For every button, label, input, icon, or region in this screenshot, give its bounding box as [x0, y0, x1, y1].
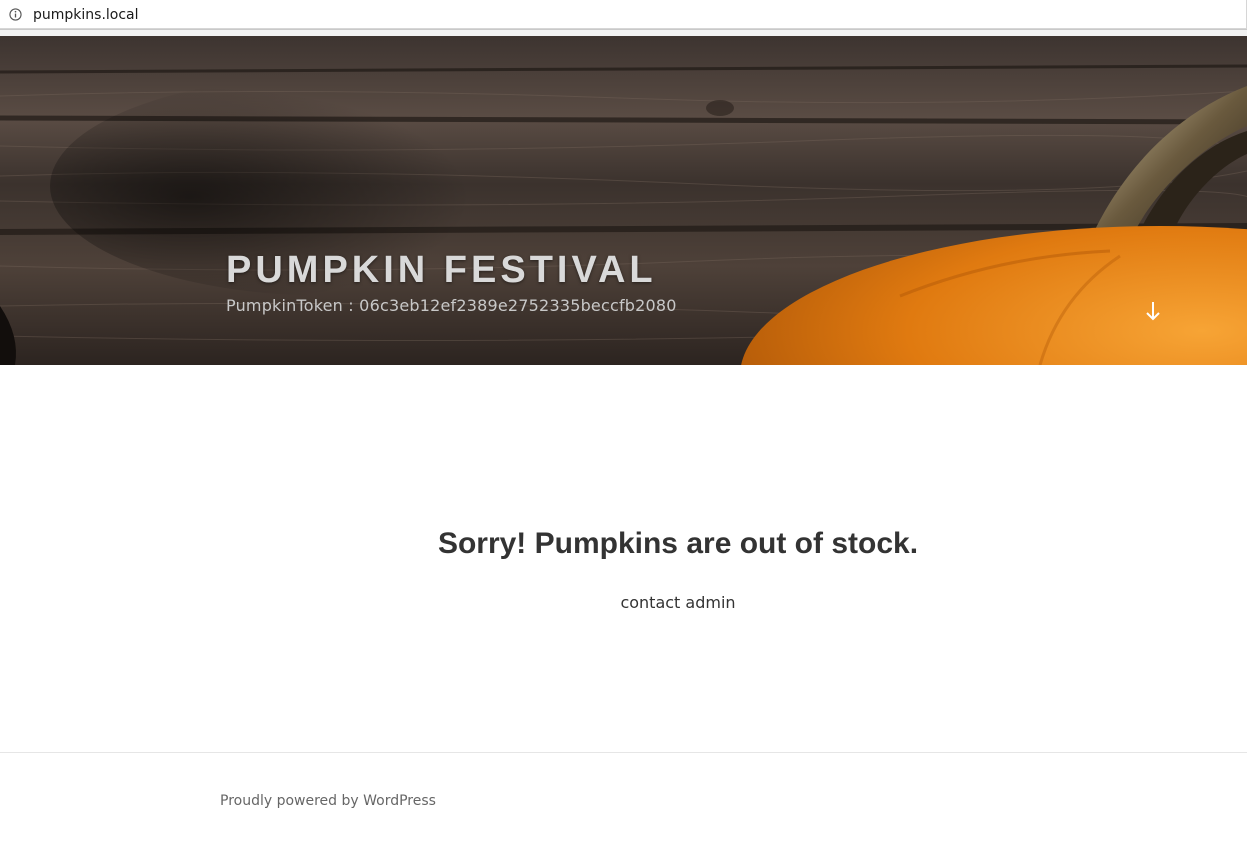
- powered-by-link[interactable]: Proudly powered by WordPress: [220, 793, 436, 809]
- site-header: PUMPKIN FESTIVAL PumpkinToken : 06c3eb12…: [0, 36, 1247, 365]
- footer-divider: [0, 752, 1247, 753]
- site-title[interactable]: PUMPKIN FESTIVAL: [226, 249, 657, 292]
- contact-admin-text: contact admin: [620, 593, 736, 612]
- page-headline: Sorry! Pumpkins are out of stock.: [437, 527, 919, 560]
- browser-address-bar[interactable]: pumpkins.local: [0, 0, 1247, 30]
- arrow-down-icon[interactable]: [1140, 298, 1166, 324]
- info-icon[interactable]: [9, 8, 22, 21]
- address-bar-frame: [0, 0, 1247, 29]
- url-text[interactable]: pumpkins.local: [33, 7, 139, 23]
- site-description: PumpkinToken : 06c3eb12ef2389e2752335bec…: [226, 296, 677, 315]
- main-content: Sorry! Pumpkins are out of stock. contac…: [0, 365, 1247, 752]
- header-image: [0, 64, 1247, 365]
